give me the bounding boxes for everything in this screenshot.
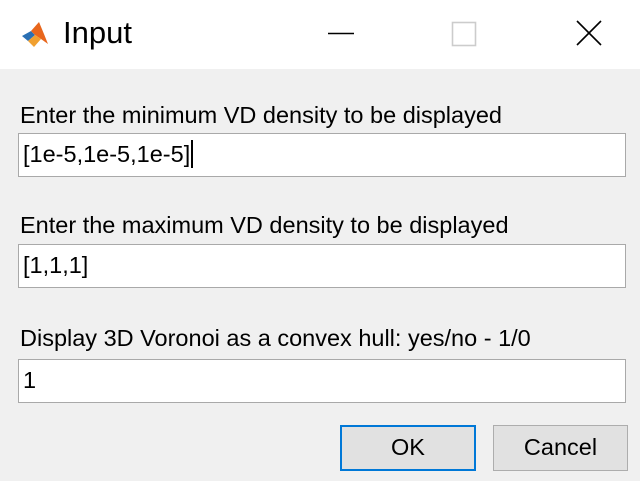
close-button[interactable] — [555, 0, 625, 69]
max-density-label: Enter the maximum VD density to be displ… — [20, 212, 509, 238]
convex-hull-input[interactable]: 1 — [18, 359, 626, 403]
text-cursor — [191, 140, 194, 169]
window-title: Input — [63, 15, 132, 50]
close-icon — [576, 20, 602, 46]
convex-hull-value: 1 — [23, 367, 37, 393]
minimize-button[interactable] — [306, 0, 376, 69]
dialog-body: Enter the minimum VD density to be displ… — [0, 69, 640, 481]
min-density-input[interactable]: [1e-5,1e-5,1e-5] — [18, 133, 626, 177]
title-bar[interactable]: Input — [0, 0, 640, 69]
convex-hull-label: Display 3D Voronoi as a convex hull: yes… — [20, 325, 531, 351]
max-density-input[interactable]: [1,1,1] — [18, 244, 626, 288]
ok-button[interactable]: OK — [340, 425, 476, 471]
cancel-button[interactable]: Cancel — [493, 425, 628, 471]
input-dialog: Input Enter the minimum VD density to be… — [0, 0, 640, 481]
min-density-label: Enter the minimum VD density to be displ… — [20, 102, 502, 128]
matlab-icon — [20, 19, 50, 49]
maximize-button[interactable] — [430, 0, 500, 69]
max-density-value: [1,1,1] — [23, 252, 89, 278]
minimize-icon — [328, 32, 354, 35]
min-density-value: [1e-5,1e-5,1e-5] — [23, 141, 191, 167]
maximize-icon — [451, 21, 477, 47]
